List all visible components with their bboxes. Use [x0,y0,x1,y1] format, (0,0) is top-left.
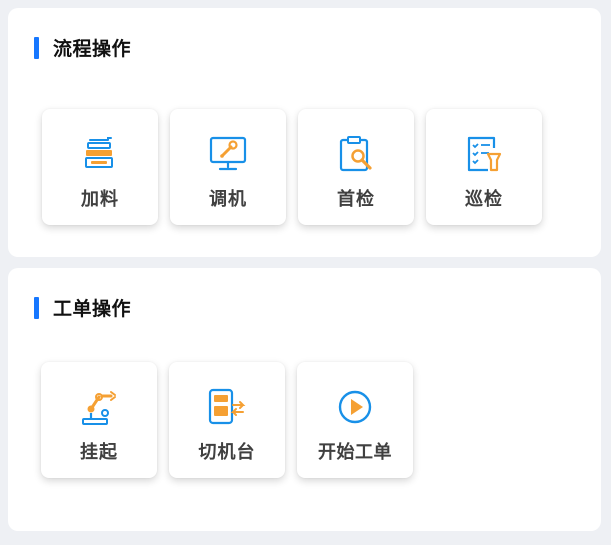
section-title: 流程操作 [53,38,132,60]
start-work-order-label: 开始工单 [318,442,392,463]
feed-button[interactable]: 加料 [42,109,158,225]
clipboard-search-icon [336,134,376,174]
suspend-label: 挂起 [80,442,118,463]
section-title: 工单操作 [53,298,132,320]
start-work-order-button[interactable]: 开始工单 [297,362,413,478]
first-inspection-button[interactable]: 首检 [298,109,414,225]
patrol-inspection-label: 巡检 [465,189,503,210]
robot-arm-icon [79,387,119,427]
switch-machine-icon [207,387,247,427]
play-circle-icon [335,387,375,427]
checklist-flashlight-icon [464,134,504,174]
switch-machine-button[interactable]: 切机台 [169,362,285,478]
section-header: 流程操作 [34,34,131,61]
section-header: 工单操作 [34,294,131,321]
switch-machine-label: 切机台 [198,442,256,463]
suspend-button[interactable]: 挂起 [41,362,157,478]
title-accent-bar [34,296,39,319]
patrol-inspection-button[interactable]: 巡检 [426,109,542,225]
feed-label: 加料 [81,189,119,210]
first-inspection-label: 首检 [337,189,375,210]
adjust-machine-label: 调机 [209,189,247,210]
title-accent-bar [34,36,39,59]
work-order-operations-panel: 工单操作 挂起 切机台 开始工单 [8,268,601,531]
adjust-machine-button[interactable]: 调机 [170,109,286,225]
process-operations-panel: 流程操作 加料 调机 首检 巡检 [8,8,601,257]
monitor-wrench-icon [208,134,248,174]
feeder-icon [80,134,120,174]
